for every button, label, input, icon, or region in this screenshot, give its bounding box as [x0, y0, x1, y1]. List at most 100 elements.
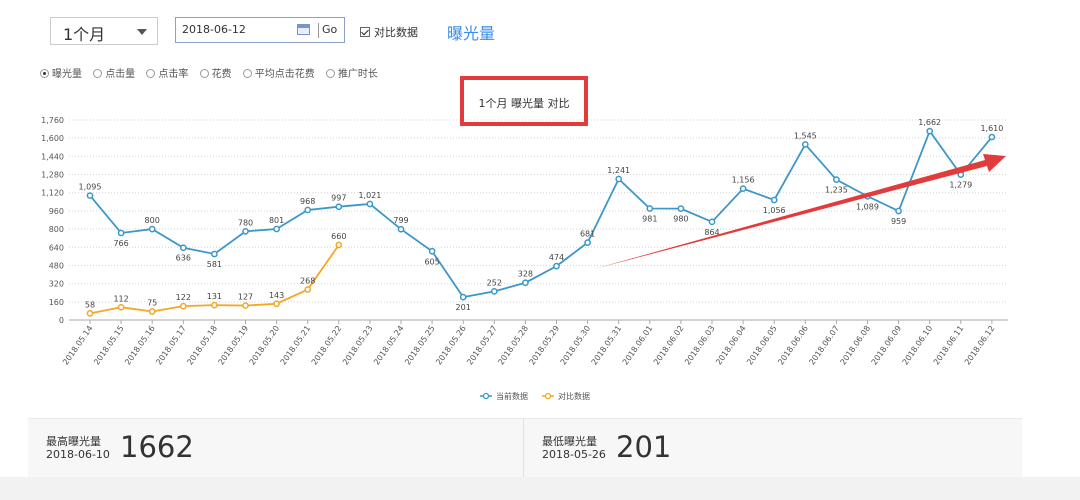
- x-tick-label: 2018.06.02: [652, 324, 686, 367]
- x-tick-label: 2018.05.28: [496, 324, 530, 367]
- data-label: 581: [207, 260, 222, 269]
- data-point: [428, 247, 436, 255]
- legend-label: 对比数据: [558, 391, 590, 401]
- y-tick-label: 0: [59, 316, 64, 325]
- data-point: [211, 250, 218, 258]
- data-point: [646, 205, 654, 212]
- x-tick-label: 2018.06.03: [683, 324, 717, 367]
- data-point: [179, 244, 187, 252]
- data-point: [584, 239, 591, 246]
- data-label: 681: [580, 230, 595, 239]
- data-point: [615, 175, 623, 183]
- y-tick-label: 640: [49, 243, 64, 252]
- data-label: 143: [269, 291, 284, 300]
- min-stat-label: 最低曝光量: [542, 435, 597, 448]
- data-label: 201: [456, 303, 471, 312]
- data-point: [86, 192, 94, 199]
- data-point: [117, 303, 125, 311]
- min-stat: 最低曝光量 2018-05-26 201: [524, 419, 1022, 477]
- data-label: 1,662: [918, 118, 941, 127]
- data-point: [366, 200, 374, 208]
- data-label: 474: [549, 253, 564, 262]
- data-label: 75: [147, 298, 157, 307]
- data-label: 131: [207, 292, 222, 301]
- x-tick-label: 2018.05.29: [527, 324, 561, 367]
- data-label: 1,089: [856, 202, 879, 211]
- data-point: [801, 141, 809, 148]
- data-label: 1,235: [825, 186, 848, 195]
- data-label: 1,056: [763, 206, 786, 215]
- data-point: [179, 302, 187, 310]
- y-tick-label: 800: [49, 225, 64, 234]
- x-tick-label: 2018.05.30: [559, 324, 593, 367]
- data-label: 799: [393, 216, 408, 225]
- max-stat-date: 2018-06-10: [46, 448, 110, 461]
- x-tick-label: 2018.05.26: [434, 324, 468, 367]
- y-tick-label: 480: [49, 261, 64, 270]
- exposure-dashboard: 1个月 2018-06-12 Go 对比数据 曝光量 曝光量 点击量 点击率 花…: [0, 0, 1080, 500]
- max-stat: 最高曝光量 2018-06-10 1662: [28, 419, 523, 477]
- data-point: [335, 241, 343, 249]
- data-point: [739, 185, 747, 192]
- data-point: [335, 203, 343, 211]
- data-label: 997: [331, 194, 346, 203]
- x-tick-label: 2018.05.18: [185, 324, 219, 367]
- y-tick-label: 1,120: [41, 189, 64, 198]
- y-tick-label: 960: [49, 207, 64, 216]
- data-point: [926, 127, 934, 135]
- x-tick-label: 2018.06.09: [870, 324, 904, 367]
- data-label: 58: [85, 300, 95, 309]
- data-point: [211, 301, 218, 309]
- data-label: 766: [113, 239, 128, 248]
- data-point: [242, 228, 249, 235]
- data-point: [553, 262, 560, 270]
- data-point: [988, 133, 996, 141]
- data-point: [273, 225, 280, 233]
- data-point: [895, 207, 902, 215]
- data-label: 112: [113, 294, 128, 303]
- data-point: [770, 196, 778, 204]
- x-tick-label: 2018.05.21: [279, 324, 313, 367]
- min-stat-value: 201: [616, 430, 672, 464]
- data-label: 980: [673, 215, 688, 224]
- x-tick-label: 2018.05.31: [590, 324, 624, 367]
- data-label: 1,021: [358, 191, 381, 200]
- x-tick-label: 2018.06.12: [963, 324, 997, 367]
- data-point: [677, 205, 685, 212]
- max-stat-label: 最高曝光量: [46, 435, 101, 448]
- x-tick-label: 2018.05.16: [123, 324, 157, 367]
- data-label: 127: [238, 293, 253, 302]
- legend-marker: [482, 392, 490, 400]
- stats-bar: 最高曝光量 2018-06-10 1662 最低曝光量 2018-05-26 2…: [28, 418, 1022, 477]
- data-label: 1,095: [79, 183, 102, 192]
- y-tick-label: 320: [49, 280, 64, 289]
- x-tick-label: 2018.05.25: [403, 324, 437, 367]
- data-point: [273, 300, 280, 308]
- x-tick-label: 2018.06.10: [901, 324, 935, 367]
- legend-marker: [544, 392, 552, 400]
- y-tick-label: 1,760: [41, 116, 64, 125]
- x-tick-label: 2018.06.04: [714, 324, 748, 367]
- data-label: 636: [176, 254, 191, 263]
- data-label: 1,610: [980, 124, 1003, 133]
- y-tick-label: 1,600: [41, 134, 64, 143]
- y-tick-label: 1,440: [41, 152, 64, 161]
- data-label: 800: [145, 216, 160, 225]
- x-tick-label: 2018.05.14: [61, 324, 95, 367]
- data-label: 605: [424, 257, 439, 266]
- data-label: 1,279: [949, 181, 972, 190]
- data-label: 981: [642, 215, 657, 224]
- data-point: [86, 310, 94, 317]
- x-tick-label: 2018.05.22: [310, 324, 344, 367]
- chart-title-highlight: 1个月 曝光量 对比: [460, 76, 588, 126]
- min-stat-date: 2018-05-26: [542, 448, 606, 461]
- data-point: [490, 288, 498, 295]
- x-tick-label: 2018.05.17: [154, 324, 188, 367]
- y-tick-label: 160: [49, 298, 64, 307]
- data-label: 1,241: [607, 166, 630, 175]
- x-tick-label: 2018.06.01: [621, 324, 655, 367]
- data-label: 268: [300, 277, 315, 286]
- x-tick-label: 2018.05.15: [92, 324, 126, 367]
- x-tick-label: 2018.06.08: [838, 324, 872, 367]
- data-point: [459, 293, 467, 301]
